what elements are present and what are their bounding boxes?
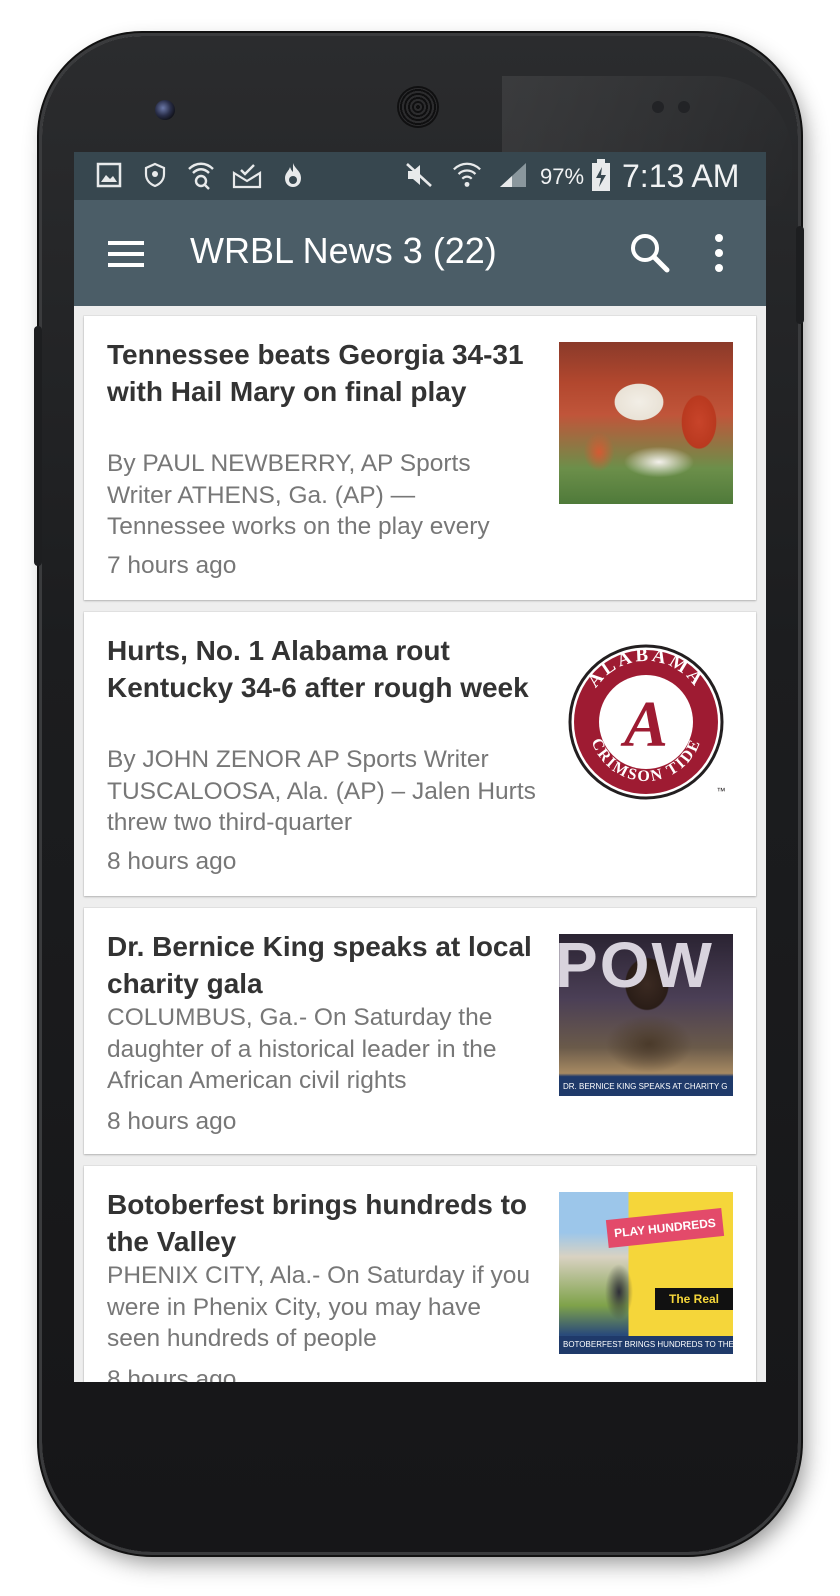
article-timestamp: 8 hours ago — [107, 1108, 237, 1135]
battery-percent: 97% — [540, 164, 585, 189]
image-icon — [94, 160, 124, 190]
alabama-crimson-tide-logo: ALABAMA CRIMSON TIDE A ™ — [559, 638, 733, 800]
article-timestamp: 7 hours ago — [107, 552, 237, 579]
news-card[interactable]: Tennessee beats Georgia 34-31 with Hail … — [84, 316, 756, 600]
news-card[interactable]: Botoberfest brings hundreds to the Valle… — [84, 1166, 756, 1382]
article-snippet: PHENIX CITY, Ala.- On Saturday if you we… — [107, 1262, 531, 1352]
volume-buttons — [34, 326, 42, 566]
wifi-calling-icon — [186, 160, 216, 190]
wifi-icon — [452, 160, 482, 190]
page-title: WRBL News 3 (22) — [190, 230, 497, 271]
article-timestamp: 8 hours ago — [107, 1366, 237, 1382]
status-bar: 97% 7:13 AM — [74, 152, 766, 200]
light-sensor — [678, 101, 690, 113]
thumbnail-backdrop-lettering: POW — [559, 934, 714, 1001]
article-thumbnail — [559, 342, 733, 504]
logo-letter: A — [620, 688, 668, 761]
thumbnail-truck-sign: The Real Deal! — [655, 1288, 733, 1328]
flame-icon — [278, 160, 308, 190]
article-title: Dr. Bernice King speaks at local charity… — [107, 931, 532, 999]
app-screen: 97% 7:13 AM WRBL News 3 (22) Tennessee b… — [74, 152, 766, 1382]
news-feed: Tennessee beats Georgia 34-31 with Hail … — [84, 316, 756, 1382]
article-title: Botoberfest brings hundreds to the Valle… — [107, 1189, 527, 1257]
hamburger-menu-icon[interactable] — [104, 238, 148, 270]
article-title: Tennessee beats Georgia 34-31 with Hail … — [107, 339, 524, 407]
front-camera — [155, 100, 175, 120]
news-card[interactable]: Dr. Bernice King speaks at local charity… — [84, 908, 756, 1154]
thumbnail-truck-banner: PLAY HUNDREDS — [605, 1208, 725, 1248]
article-snippet: By JOHN ZENOR AP Sports Writer TUSCALOOS… — [107, 746, 536, 836]
signal-icon — [498, 160, 528, 190]
article-snippet: COLUMBUS, Ga.- On Saturday the daughter … — [107, 1004, 497, 1094]
thumbnail-caption: BOTOBERFEST BRINGS HUNDREDS TO THE — [559, 1336, 733, 1354]
article-thumbnail: PLAY HUNDREDS The Real Deal! BOTOBERFEST… — [559, 1192, 733, 1354]
thumbnail-caption: DR. BERNICE KING SPEAKS AT CHARITY G — [559, 1078, 733, 1096]
battery-charging-icon — [586, 159, 616, 191]
article-thumbnail: POW DR. BERNICE KING SPEAKS AT CHARITY G — [559, 934, 733, 1096]
shield-icon — [140, 160, 170, 190]
power-button — [796, 226, 804, 324]
search-icon[interactable] — [627, 230, 673, 276]
article-snippet: By PAUL NEWBERRY, AP Sports Writer ATHEN… — [107, 450, 490, 540]
trademark-symbol: ™ — [717, 786, 726, 796]
clock: 7:13 AM — [622, 158, 740, 194]
article-title: Hurts, No. 1 Alabama rout Kentucky 34-6 … — [107, 635, 529, 703]
mail-check-icon — [232, 160, 262, 190]
more-vert-icon[interactable] — [702, 232, 736, 274]
article-timestamp: 8 hours ago — [107, 848, 237, 875]
mute-icon — [404, 160, 434, 190]
app-toolbar: WRBL News 3 (22) — [74, 200, 766, 306]
news-card[interactable]: Hurts, No. 1 Alabama rout Kentucky 34-6 … — [84, 612, 756, 896]
proximity-sensor — [652, 101, 664, 113]
earpiece-speaker — [399, 88, 437, 126]
